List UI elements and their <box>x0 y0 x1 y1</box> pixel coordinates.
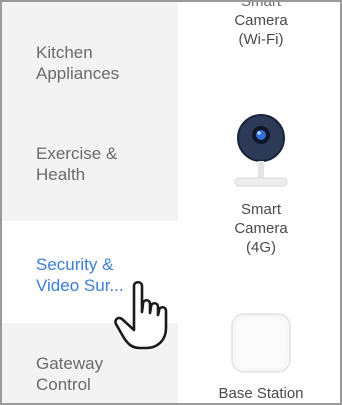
product-label: Smart <box>240 0 281 10</box>
product-list: Smart Camera (Wi-Fi) Smart Camera (4G) B… <box>178 0 340 403</box>
category-sidebar: Kitchen Appliances Exercise & Health Sec… <box>2 2 178 403</box>
sidebar-item-exercise-health[interactable]: Exercise & Health <box>2 112 178 196</box>
product-label: Base Station <box>218 385 304 402</box>
product-label: (Wi-Fi) <box>238 31 284 48</box>
device-category-screen: Kitchen Appliances Exercise & Health Sec… <box>0 0 342 405</box>
product-smart-camera-4g[interactable]: Smart Camera (4G) <box>178 106 340 257</box>
sidebar-item-label: Kitchen <box>36 43 93 62</box>
product-smart-camera-wifi[interactable]: Smart Camera (Wi-Fi) <box>178 0 340 49</box>
sidebar-item-security-video[interactable]: Security & Video Sur... <box>2 221 178 323</box>
sidebar-item-label: Appliances <box>36 64 120 83</box>
camera-icon <box>221 106 301 198</box>
sidebar-item-label: Control <box>36 375 91 394</box>
sidebar-item-gateway-control[interactable]: Gateway Control <box>2 323 178 403</box>
product-label: Camera <box>234 220 288 237</box>
sidebar-item-label: Video Sur... <box>36 276 124 295</box>
sidebar-item-label: Exercise & <box>36 144 118 163</box>
sidebar-item-label: Gateway <box>36 354 104 373</box>
product-label: Camera <box>234 12 288 29</box>
sidebar-item-label: Security & <box>36 255 114 274</box>
sidebar-item-kitchen-appliances[interactable]: Kitchen Appliances <box>2 2 178 102</box>
product-label: Smart <box>240 201 281 218</box>
product-base-station[interactable]: Base Station <box>178 310 340 403</box>
product-label: (4G) <box>246 239 276 256</box>
sidebar-item-label: Health <box>36 165 86 184</box>
base-station-icon <box>226 310 296 376</box>
